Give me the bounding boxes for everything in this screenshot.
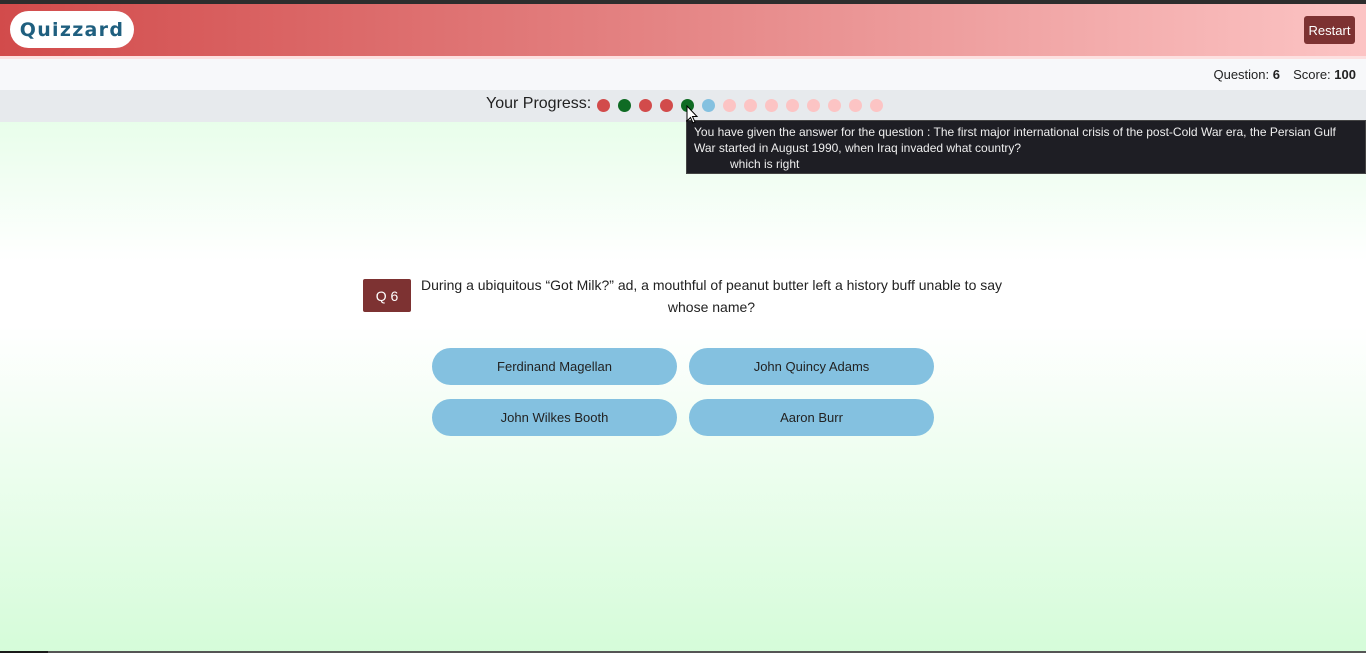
status-bar: Question: 6 Score: 100 (0, 59, 1366, 90)
question-counter-label: Question: (1213, 67, 1270, 82)
progress-dot-pending[interactable] (765, 99, 778, 112)
progress-dot-wrong[interactable] (639, 99, 652, 112)
answer-option-4[interactable]: Aaron Burr (689, 399, 934, 436)
restart-button[interactable]: Restart (1304, 16, 1355, 44)
progress-dot-pending[interactable] (786, 99, 799, 112)
answer-option-1[interactable]: Ferdinand Magellan (432, 348, 677, 385)
tooltip-question-text: You have given the answer for the questi… (694, 125, 1336, 155)
progress-dot-right[interactable] (618, 99, 631, 112)
question-text: During a ubiquitous “Got Milk?” ad, a mo… (420, 277, 1003, 315)
progress-dot-pending[interactable] (744, 99, 757, 112)
mouse-cursor-icon (686, 105, 699, 124)
question-number-badge: Q 6 (363, 279, 411, 312)
brand-logo[interactable]: Quizzard (10, 11, 134, 48)
question-counter: Question: 6 (1213, 67, 1280, 82)
progress-dot-pending[interactable] (828, 99, 841, 112)
progress-dot-pending[interactable] (723, 99, 736, 112)
progress-dot-pending[interactable] (807, 99, 820, 112)
score-label: Score: (1293, 67, 1331, 82)
answer-option-3[interactable]: John Wilkes Booth (432, 399, 677, 436)
question-counter-value: 6 (1272, 67, 1280, 82)
score-value: 100 (1334, 67, 1356, 82)
tooltip-result-text: which is right (730, 157, 800, 171)
app-header: Quizzard Restart (0, 4, 1366, 56)
progress-dot-pending[interactable] (849, 99, 862, 112)
progress-dot-pending[interactable] (870, 99, 883, 112)
answer-options: Ferdinand Magellan John Quincy Adams Joh… (432, 348, 934, 436)
progress-dots (597, 99, 883, 112)
answer-option-2[interactable]: John Quincy Adams (689, 348, 934, 385)
progress-tooltip: You have given the answer for the questi… (686, 120, 1366, 174)
progress-bar: Your Progress: (0, 90, 1366, 122)
score-counter: Score: 100 (1293, 67, 1356, 82)
progress-dot-wrong[interactable] (660, 99, 673, 112)
progress-dot-current[interactable] (702, 99, 715, 112)
progress-label: Your Progress: (486, 95, 592, 112)
progress-dot-wrong[interactable] (597, 99, 610, 112)
